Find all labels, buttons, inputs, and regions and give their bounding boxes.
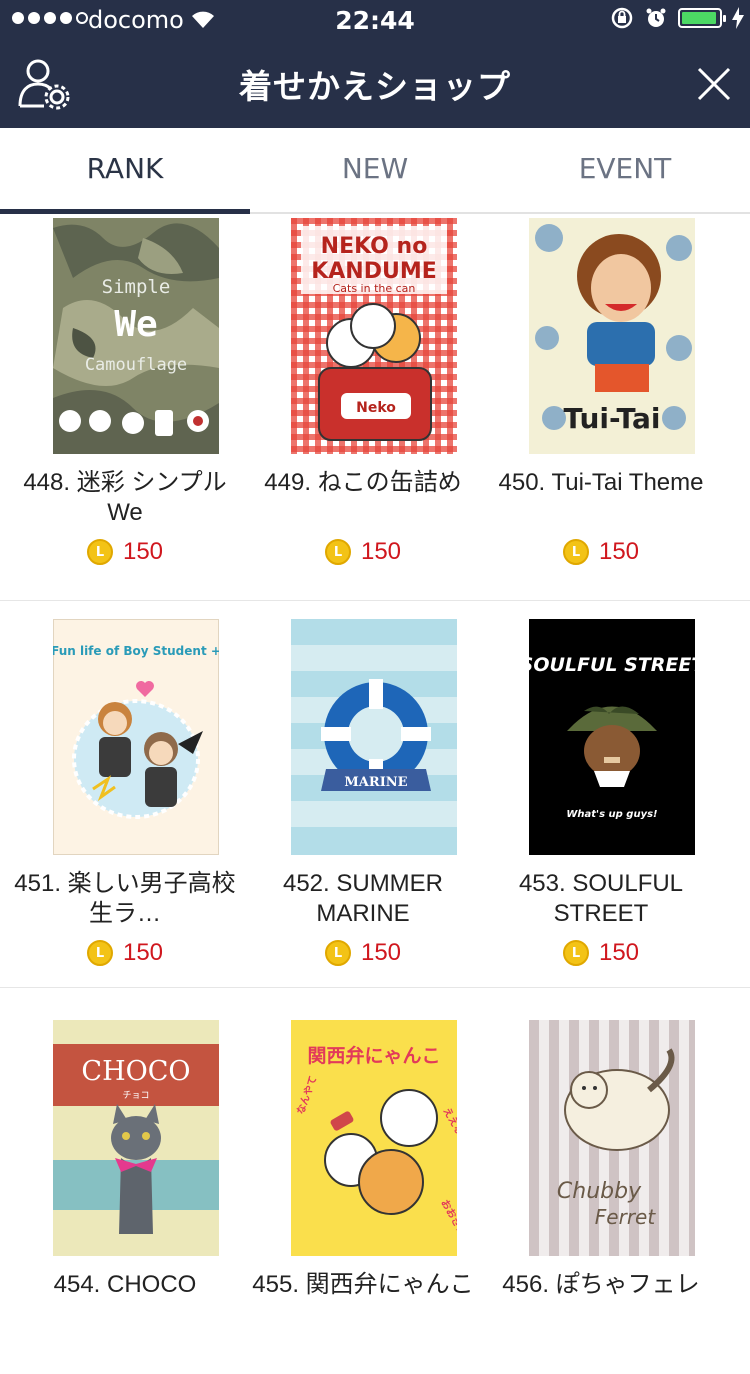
theme-name: 455. 関西弁にゃんこ [252, 1271, 474, 1298]
theme-item[interactable]: CHOCO チョコ 454. CHOCO [0, 988, 250, 1374]
close-icon[interactable] [696, 66, 732, 102]
tab-rank[interactable]: RANK [0, 128, 250, 214]
alarm-icon [646, 8, 666, 27]
page-title: 着せかえショップ [239, 67, 511, 106]
theme-name: 448. 迷彩 シンプルWe [23, 469, 227, 526]
art-text: Ferret [595, 1205, 657, 1229]
theme-item[interactable]: Fun life of Boy Student + 451. 楽しい男子高校生ラ… [0, 601, 250, 987]
theme-thumbnail[interactable]: MARINE [291, 619, 457, 855]
theme-thumbnail[interactable]: Fun life of Boy Student + [53, 619, 219, 855]
theme-thumbnail[interactable]: Simple We Camouflage [53, 218, 219, 454]
theme-name: 451. 楽しい男子高校生ラ… [14, 870, 236, 927]
art-text: Neko [356, 400, 396, 416]
art-text: Fun life of Boy Student + [53, 644, 219, 658]
theme-item[interactable]: NEKO no KANDUME Cats in the can Neko 449… [238, 214, 488, 600]
art-text: We [114, 304, 157, 345]
grid-row: CHOCO チョコ 454. CHOCO 関西弁にゃんこ おおきに なんやて 4… [0, 988, 750, 1374]
grid-row: Fun life of Boy Student + 451. 楽しい男子高校生ラ… [0, 601, 750, 988]
price-value: 150 [122, 538, 164, 565]
rotation-lock-icon [611, 7, 633, 29]
art-text: Tui-Tai [563, 402, 660, 435]
price-value: 150 [360, 538, 402, 565]
coin-icon: L [324, 940, 351, 966]
theme-grid: Simple We Camouflage 448. 迷彩 シンプルWe L 15… [0, 214, 750, 1374]
theme-thumbnail[interactable]: 関西弁にゃんこ ええなぁ おおきに なんやて [291, 1020, 457, 1256]
theme-item[interactable]: SOULFUL STREET What's up guys! 453. SOUL… [476, 601, 726, 987]
art-text: NEKO no [321, 234, 428, 259]
tab-bar: RANK NEW EVENT [0, 128, 750, 214]
art-text: Cats in the can [333, 282, 416, 295]
theme-item[interactable]: 関西弁にゃんこ ええなぁ おおきに なんやて 455. 関西弁にゃんこ [238, 988, 488, 1374]
theme-price: L 150 [0, 538, 250, 566]
coin-icon: L [86, 539, 113, 565]
art-text: 関西弁にゃんこ [307, 1044, 440, 1067]
theme-item[interactable]: Tui-Tai 450. Tui-Tai Theme L 150 [476, 214, 726, 600]
theme-name: 452. SUMMER MARINE [282, 870, 444, 927]
art-text: SOULFUL STREET [529, 654, 695, 676]
theme-name: 454. CHOCO [53, 1271, 197, 1298]
theme-price: L 150 [238, 939, 488, 967]
theme-name: 453. SOULFUL STREET [518, 870, 684, 927]
art-text: KANDUME [311, 259, 437, 284]
art-text: CHOCO [81, 1056, 190, 1087]
art-text: MARINE [344, 775, 407, 790]
coin-icon: L [86, 940, 113, 966]
battery-icon [678, 8, 726, 28]
price-value: 150 [122, 939, 164, 966]
charging-icon [732, 7, 744, 29]
tab-new[interactable]: NEW [250, 128, 500, 212]
art-text: Chubby [557, 1179, 642, 1204]
theme-name: 456. ぽちゃフェレ [502, 1271, 700, 1298]
price-value: 150 [598, 939, 640, 966]
theme-thumbnail[interactable]: Chubby Ferret [529, 1020, 695, 1256]
art-text: Simple [102, 276, 171, 298]
theme-price: L 150 [238, 538, 488, 566]
theme-thumbnail[interactable]: CHOCO チョコ [53, 1020, 219, 1256]
theme-price: L 150 [476, 538, 726, 566]
theme-price: L 150 [0, 939, 250, 967]
status-bar: docomo 22:44 [0, 0, 750, 40]
theme-thumbnail[interactable]: SOULFUL STREET What's up guys! [529, 619, 695, 855]
coin-icon: L [562, 940, 589, 966]
price-value: 150 [598, 538, 640, 565]
theme-thumbnail[interactable]: NEKO no KANDUME Cats in the can Neko [291, 218, 457, 454]
tab-event[interactable]: EVENT [500, 128, 750, 212]
art-text: Camouflage [85, 355, 187, 375]
theme-item[interactable]: MARINE 452. SUMMER MARINE L 150 [238, 601, 488, 987]
art-text: What's up guys! [566, 809, 657, 820]
theme-thumbnail[interactable]: Tui-Tai [529, 218, 695, 454]
coin-icon: L [324, 539, 351, 565]
theme-name: 449. ねこの缶詰め [264, 469, 462, 496]
theme-item[interactable]: Chubby Ferret 456. ぽちゃフェレ [476, 988, 726, 1374]
art-text: チョコ [122, 1090, 149, 1101]
theme-item[interactable]: Simple We Camouflage 448. 迷彩 シンプルWe L 15… [0, 214, 250, 600]
coin-icon: L [562, 539, 589, 565]
theme-name: 450. Tui-Tai Theme [498, 469, 704, 496]
theme-price: L 150 [476, 939, 726, 967]
price-value: 150 [360, 939, 402, 966]
header-bar: docomo 22:44 着せかえショップ [0, 0, 750, 128]
grid-row: Simple We Camouflage 448. 迷彩 シンプルWe L 15… [0, 214, 750, 601]
